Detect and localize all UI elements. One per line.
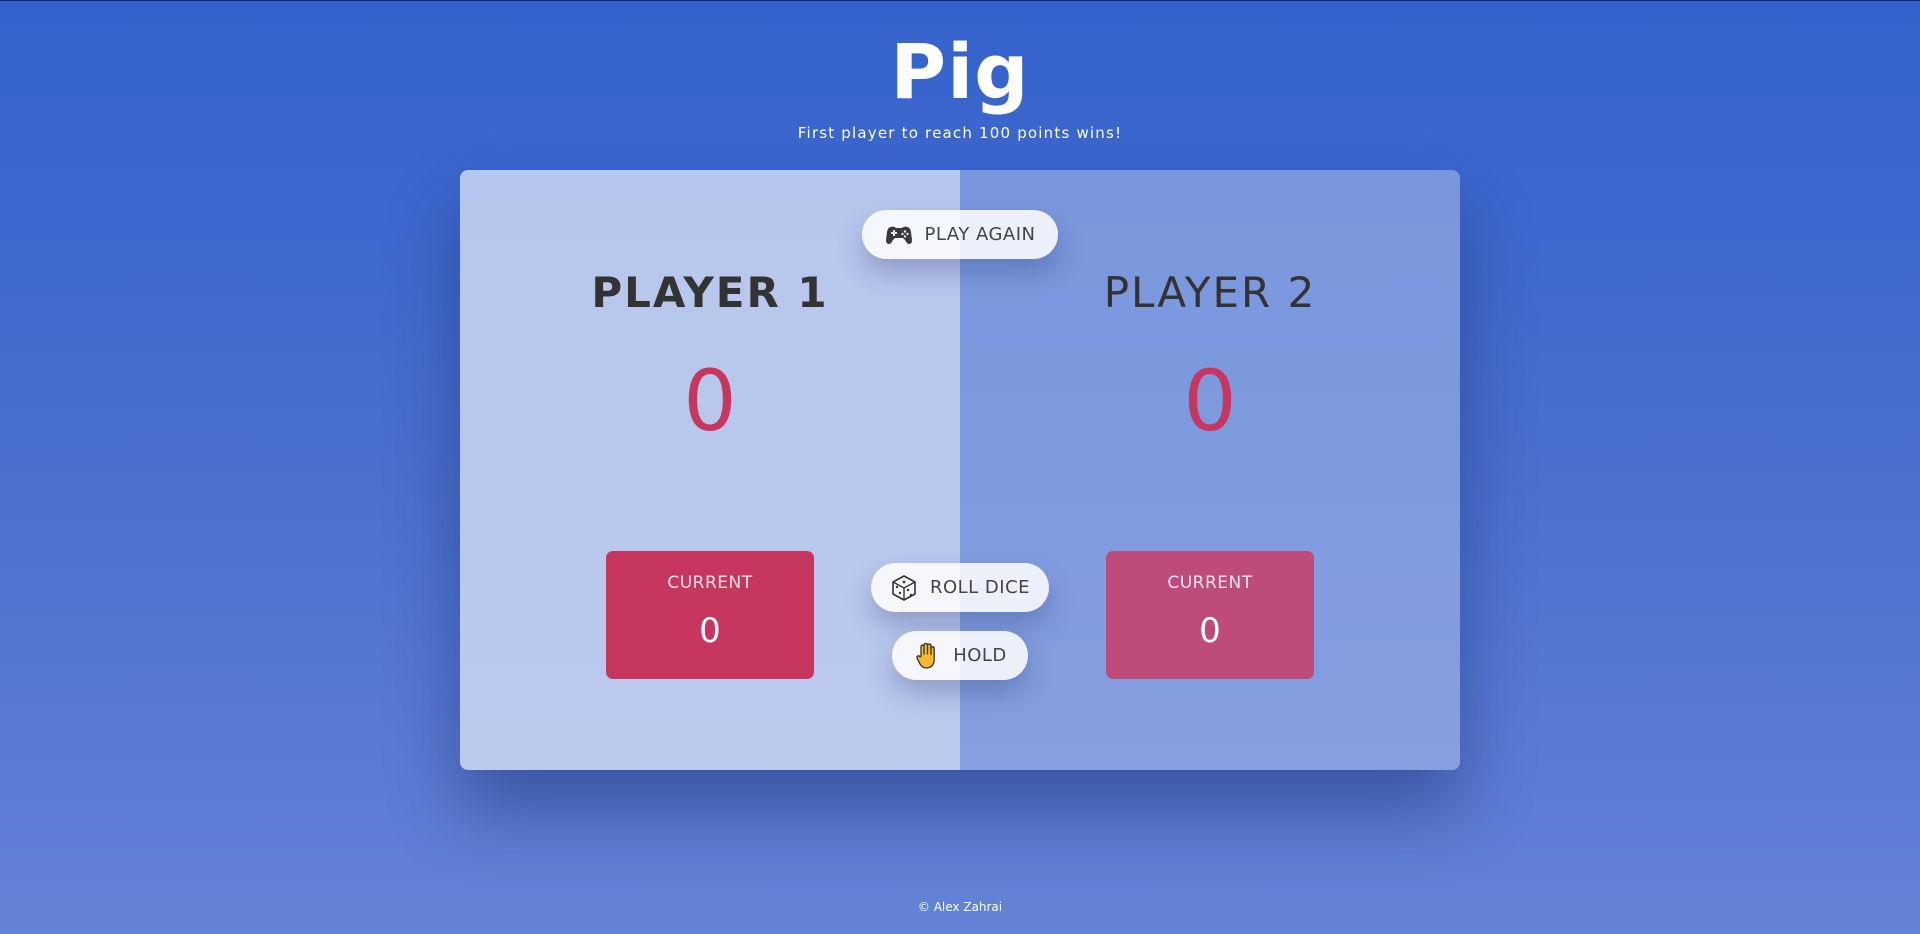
raised-hand-icon [913, 642, 941, 670]
game-subtitle: First player to reach 100 points wins! [797, 124, 1123, 142]
gamepad-icon [885, 221, 913, 249]
dice-icon [890, 574, 918, 602]
player-1-current-score: 0 [699, 611, 721, 651]
player-1-panel: PLAYER 1 0 CURRENT 0 [460, 170, 960, 770]
player-1-name: PLAYER 1 [591, 268, 829, 317]
player-2-name: PLAYER 2 [1103, 268, 1317, 317]
play-again-label: PLAY AGAIN [924, 224, 1036, 245]
player-1-current-label: CURRENT [667, 573, 753, 593]
player-2-current-box: CURRENT 0 [1106, 551, 1314, 679]
hold-label: HOLD [953, 645, 1007, 666]
game-board: PLAYER 1 0 CURRENT 0 PLAYER 2 0 CURRENT … [460, 170, 1460, 770]
player-1-score: 0 [683, 352, 737, 450]
player-2-panel: PLAYER 2 0 CURRENT 0 [960, 170, 1460, 770]
game-title: Pig [890, 27, 1030, 116]
play-again-button[interactable]: PLAY AGAIN [862, 210, 1058, 259]
roll-dice-button[interactable]: ROLL DICE [871, 563, 1049, 612]
player-2-current-score: 0 [1199, 611, 1221, 651]
hold-button[interactable]: HOLD [892, 631, 1028, 680]
footer-copyright: © Alex Zahrai [917, 900, 1003, 914]
roll-dice-label: ROLL DICE [929, 577, 1031, 598]
player-2-score: 0 [1183, 352, 1237, 450]
top-border [0, 0, 1920, 1]
player-1-current-box: CURRENT 0 [606, 551, 814, 679]
player-2-current-label: CURRENT [1167, 573, 1253, 593]
